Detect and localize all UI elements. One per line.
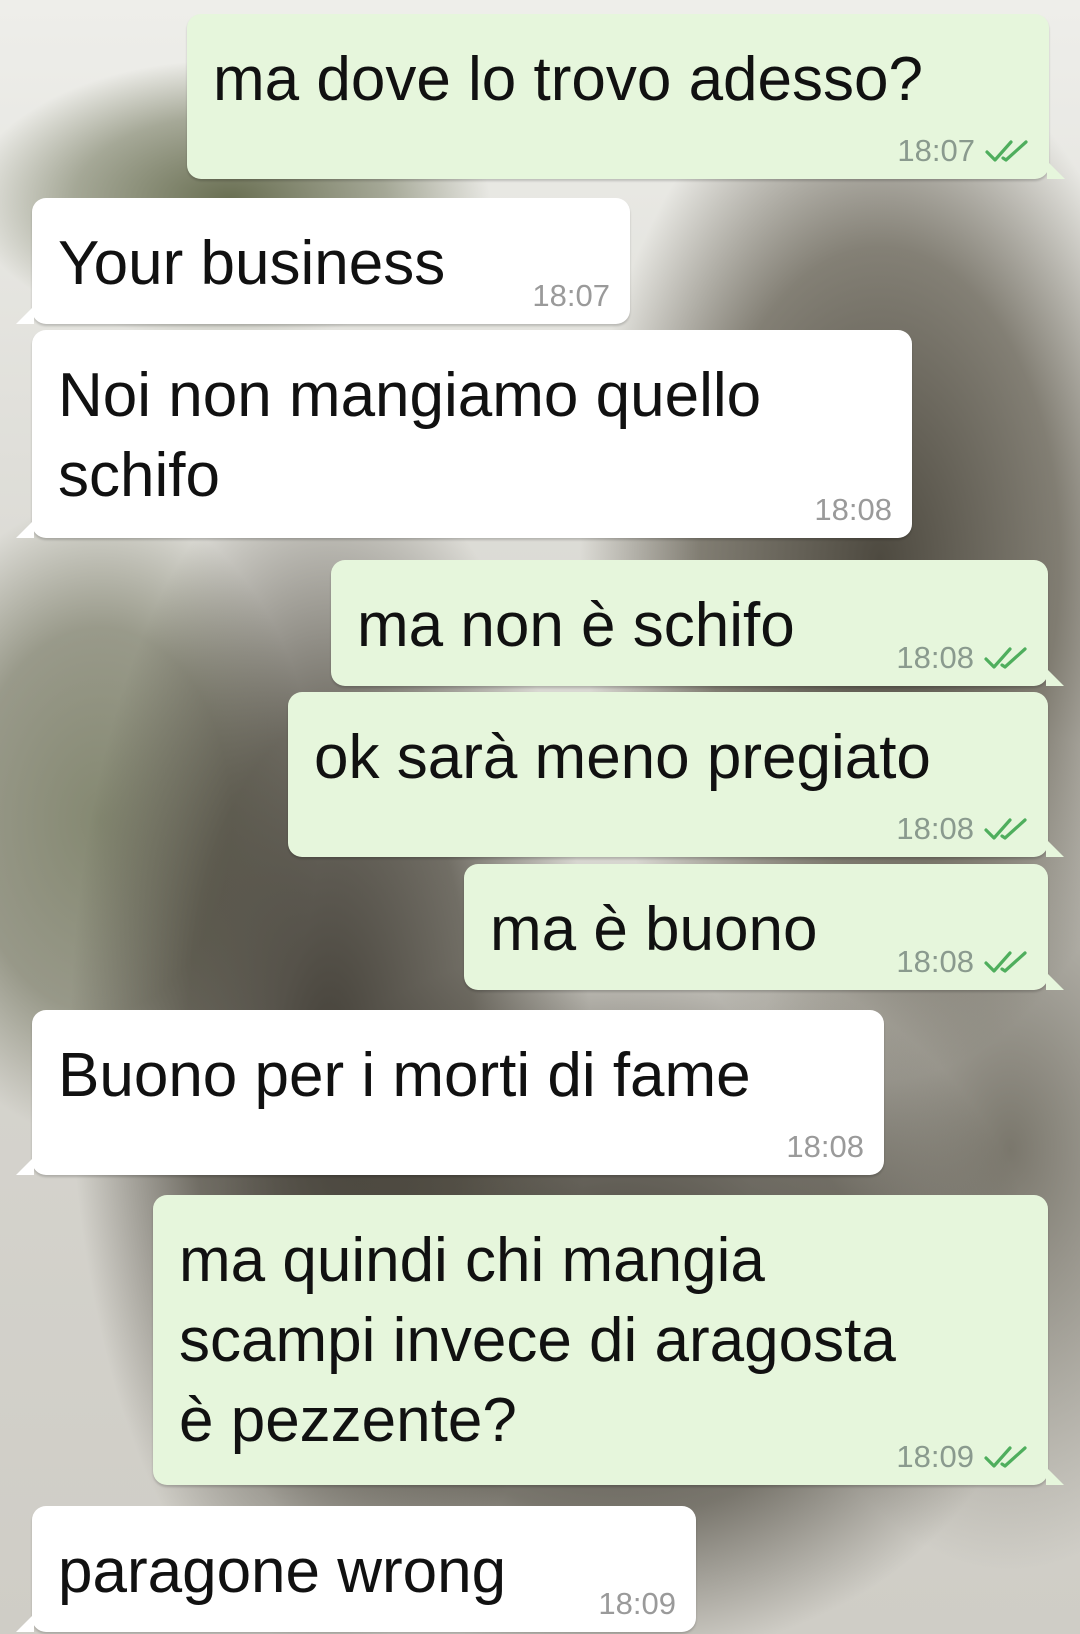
- message-text: ma quindi chi mangia scampi invece di ar…: [179, 1226, 896, 1455]
- message-time: 18:07: [532, 278, 610, 313]
- double-check-icon: [984, 951, 1027, 973]
- message-time: 18:08: [814, 492, 892, 527]
- message-meta: 18:09: [598, 1586, 676, 1622]
- double-check-icon: [984, 1446, 1027, 1468]
- message-meta: 18:07: [897, 133, 1029, 169]
- message-text: ok sarà meno pregiato: [314, 723, 931, 792]
- message-text: ma dove lo trovo adesso?: [213, 45, 923, 114]
- outgoing-message[interactable]: ma quindi chi mangia scampi invece di ar…: [153, 1195, 1064, 1485]
- chat-background: ma dove lo trovo adesso? 18:07 Your busi…: [0, 0, 1080, 1634]
- message-time: 18:08: [896, 811, 974, 846]
- message-meta: 18:08: [786, 1129, 864, 1165]
- message-meta: 18:07: [532, 278, 610, 314]
- message-text: Your business: [58, 229, 446, 298]
- incoming-message[interactable]: Noi non mangiamo quello schifo 18:08: [16, 330, 912, 538]
- message-meta: 18:09: [896, 1439, 1028, 1475]
- message-time: 18:08: [896, 944, 974, 979]
- message-meta: 18:08: [896, 811, 1028, 847]
- double-check-icon: [984, 647, 1027, 669]
- incoming-message[interactable]: paragone wrong 18:09: [16, 1506, 696, 1632]
- message-time: 18:08: [896, 640, 974, 675]
- double-check-icon: [985, 140, 1028, 162]
- message-meta: 18:08: [814, 492, 892, 528]
- message-meta: 18:08: [896, 944, 1028, 980]
- incoming-message[interactable]: Your business 18:07: [16, 198, 630, 324]
- outgoing-message[interactable]: ma dove lo trovo adesso? 18:07: [187, 14, 1065, 179]
- message-text: paragone wrong: [58, 1537, 507, 1606]
- message-time: 18:09: [896, 1439, 974, 1474]
- incoming-message[interactable]: Buono per i morti di fame 18:08: [16, 1010, 884, 1175]
- message-time: 18:07: [897, 133, 975, 168]
- double-check-icon: [984, 818, 1027, 840]
- message-text: Noi non mangiamo quello schifo: [58, 361, 762, 510]
- message-meta: 18:08: [896, 640, 1028, 676]
- outgoing-message[interactable]: ma è buono 18:08: [464, 864, 1064, 990]
- outgoing-message[interactable]: ma non è schifo 18:08: [331, 560, 1064, 686]
- message-time: 18:09: [598, 1586, 676, 1621]
- message-time: 18:08: [786, 1129, 864, 1164]
- message-text: Buono per i morti di fame: [58, 1041, 751, 1110]
- outgoing-message[interactable]: ok sarà meno pregiato 18:08: [288, 692, 1064, 857]
